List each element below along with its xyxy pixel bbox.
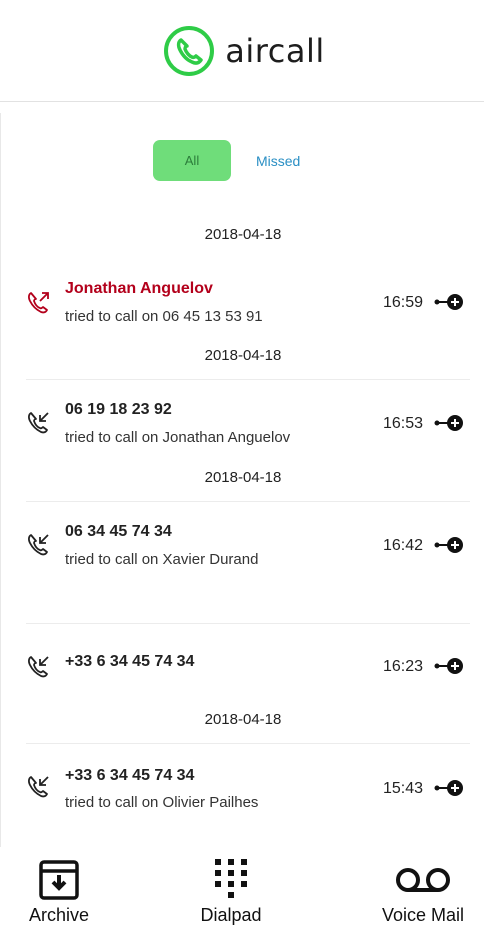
call-date: 2018-04-18 bbox=[204, 226, 282, 243]
filter-tabs: All Missed bbox=[153, 140, 300, 181]
call-subtitle: tried to call on Jonathan Anguelov bbox=[65, 429, 291, 446]
call-subtitle: tried to call on 06 45 13 53 91 bbox=[65, 308, 263, 325]
call-date: 2018-04-18 bbox=[204, 711, 282, 728]
row-divider bbox=[26, 743, 470, 744]
add-contact-icon[interactable] bbox=[434, 293, 464, 311]
row-divider bbox=[26, 623, 470, 624]
call-time: 16:59 bbox=[383, 294, 424, 311]
filter-missed-button[interactable]: Missed bbox=[256, 153, 300, 169]
phone-incoming-icon bbox=[28, 534, 49, 556]
call-time: 16:53 bbox=[383, 415, 424, 432]
tab-label: Voice Mail bbox=[381, 905, 465, 925]
call-time: 16:42 bbox=[383, 537, 424, 554]
call-time: 15:43 bbox=[383, 780, 424, 797]
caller-name: 06 19 18 23 92 bbox=[65, 401, 172, 418]
tab-archive[interactable]: Archive bbox=[0, 847, 118, 934]
phone-incoming-icon bbox=[28, 656, 49, 678]
call-history: All Missed 2018-04-18 Jonathan Anguelov … bbox=[0, 113, 484, 847]
aircall-phone-icon bbox=[164, 25, 215, 76]
tab-label: Archive bbox=[28, 905, 90, 925]
call-row[interactable]: 06 34 45 74 34 tried to call on Xavier D… bbox=[1, 501, 484, 621]
logo-text: aircall bbox=[225, 31, 325, 70]
call-row[interactable]: +33 6 34 45 74 34 tried to call on Olivi… bbox=[1, 743, 484, 847]
dialpad-icon bbox=[215, 859, 247, 898]
archive-icon bbox=[39, 860, 79, 900]
add-contact-icon[interactable] bbox=[434, 414, 464, 432]
add-contact-icon[interactable] bbox=[434, 536, 464, 554]
aircall-logo: aircall bbox=[163, 25, 324, 77]
phone-incoming-icon bbox=[28, 412, 49, 434]
filter-all-button[interactable]: All bbox=[153, 140, 231, 181]
tab-voicemail[interactable]: Voice Mail bbox=[362, 847, 484, 934]
add-contact-icon[interactable] bbox=[434, 779, 464, 797]
phone-incoming-icon bbox=[28, 776, 49, 798]
row-divider bbox=[26, 379, 470, 380]
phone-outgoing-icon bbox=[28, 292, 49, 314]
call-subtitle: tried to call on Xavier Durand bbox=[65, 551, 259, 568]
caller-name: +33 6 34 45 74 34 bbox=[65, 653, 195, 670]
caller-name: 06 34 45 74 34 bbox=[65, 523, 172, 540]
call-time: 16:23 bbox=[383, 658, 424, 675]
caller-name: +33 6 34 45 74 34 bbox=[65, 767, 195, 784]
bottom-tab-bar: Archive Dialpad Voice Mail bbox=[0, 847, 484, 934]
caller-name: Jonathan Anguelov bbox=[65, 280, 213, 297]
call-subtitle: tried to call on Olivier Pailhes bbox=[65, 794, 259, 811]
add-contact-icon[interactable] bbox=[434, 657, 464, 675]
app-header: aircall bbox=[0, 0, 484, 102]
call-date: 2018-04-18 bbox=[204, 469, 282, 486]
row-divider bbox=[26, 501, 470, 502]
tab-dialpad[interactable]: Dialpad bbox=[172, 847, 290, 934]
voicemail-icon bbox=[396, 868, 450, 892]
tab-label: Dialpad bbox=[200, 905, 262, 925]
call-date: 2018-04-18 bbox=[204, 347, 282, 364]
